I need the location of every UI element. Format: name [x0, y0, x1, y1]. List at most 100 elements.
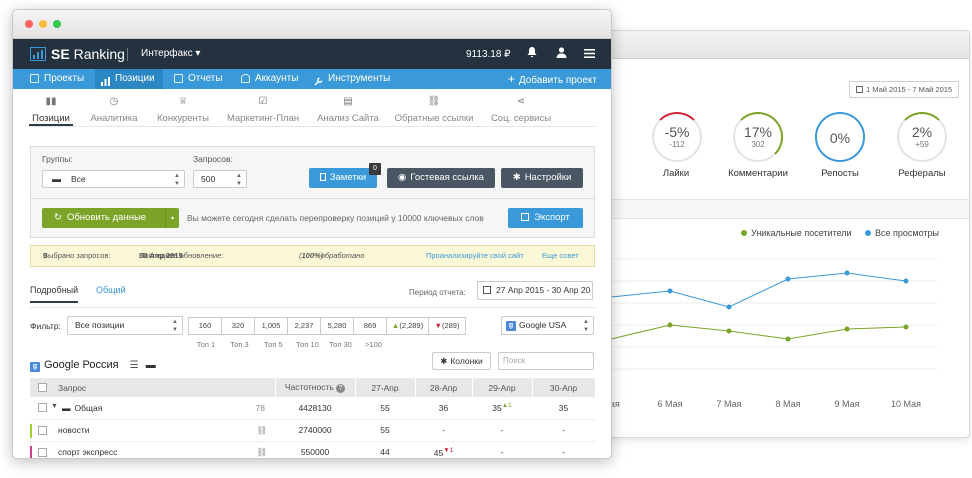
table-row[interactable]: ▼ ▬ Общая 78 4428130 55 36 35▲1 35: [30, 397, 595, 420]
select-all-checkbox[interactable]: [38, 383, 47, 392]
tab-marketing-plan[interactable]: ☑ Маркетинг-План: [223, 89, 303, 124]
export-button[interactable]: Экспорт: [508, 208, 583, 228]
row-checkbox[interactable]: [38, 425, 47, 435]
data-point[interactable]: [726, 304, 732, 310]
count-top5[interactable]: 1,005: [254, 317, 288, 335]
positions-table: Запрос Частотность ? 27-Апр 28-Апр 29-Ап…: [30, 378, 596, 458]
refresh-note: Вы можете сегодня сделать перепроверку п…: [187, 213, 484, 223]
table-row[interactable]: спорт экспресс ⛓ 550000 44 45▼1 - -: [30, 441, 595, 458]
tab-competitors[interactable]: ♕ Конкуренты: [154, 89, 212, 124]
stat-circle-likes: -5% -112: [652, 112, 702, 162]
row-checkbox[interactable]: [38, 447, 47, 457]
tab-analytics[interactable]: ◷ Аналитика: [89, 89, 139, 124]
queries-select[interactable]: 500 ▲ ▼: [193, 170, 247, 188]
legend-dot-green: [741, 230, 747, 236]
count-over100[interactable]: 869: [353, 317, 387, 335]
count-top10[interactable]: 2,237: [287, 317, 321, 335]
count-top1[interactable]: 160: [188, 317, 222, 335]
data-point[interactable]: [785, 336, 791, 342]
document-search-icon: ▤: [343, 96, 353, 107]
position-cell: -: [532, 419, 595, 442]
groups-select[interactable]: ▬ Все ▲ ▼: [42, 170, 185, 188]
guest-link-button[interactable]: ◉ Гостевая ссылка: [387, 168, 495, 188]
logo-text[interactable]: SE Ranking: [51, 46, 125, 62]
selected-queries: Выбрано запросов: 0: [43, 251, 111, 260]
maximize-window-button[interactable]: [53, 20, 61, 28]
select-arrows-icon: ▲ ▼: [236, 173, 242, 187]
legend-dot-blue: [865, 230, 871, 236]
bg-date-range[interactable]: 1 Май 2015 - 7 Май 2015: [849, 81, 960, 98]
minimize-window-button[interactable]: [39, 20, 47, 28]
row-checkbox[interactable]: [38, 403, 47, 412]
count-down[interactable]: ▼(289): [428, 317, 466, 335]
count-top3[interactable]: 320: [221, 317, 255, 335]
position-count-labels: Топ 1 Топ 3 Топ 5 Топ 10 Топ 30 >100: [189, 340, 390, 349]
notes-count-badge: 0: [369, 163, 381, 175]
help-icon[interactable]: ?: [336, 384, 346, 393]
nav-tools[interactable]: Инструменты: [308, 69, 398, 89]
legend-unique: Уникальные посетители: [741, 228, 852, 238]
filter-select[interactable]: Все позиции ▲ ▼: [67, 316, 183, 335]
app-topbar: SE Ranking Интерфакс ▾ 9113.18 ₽: [13, 39, 611, 69]
link-icon[interactable]: ⛓: [256, 425, 267, 436]
dropdown-toggle[interactable]: ▴: [165, 208, 179, 228]
nav-reports[interactable]: Отчеты: [168, 69, 231, 89]
period-picker[interactable]: 27 Апр 2015 - 30 Апр 20: [477, 281, 593, 300]
google-icon: g: [506, 321, 516, 331]
nav-accounts[interactable]: Аккаунты: [235, 69, 306, 89]
columns-button[interactable]: ✱ Колонки: [432, 352, 491, 370]
refresh-data-button[interactable]: ↻ Обновить данные ▴: [42, 208, 179, 228]
data-point[interactable]: [844, 270, 850, 276]
col-date[interactable]: 28-Апр: [415, 378, 473, 397]
data-point[interactable]: [785, 276, 791, 282]
tab-positions[interactable]: ▮▮ Позиции: [29, 89, 73, 126]
position-cell: 45▼1: [415, 441, 472, 458]
data-point[interactable]: [667, 288, 673, 294]
col-date[interactable]: 29-Апр: [472, 378, 533, 397]
calendar-icon: [483, 286, 491, 294]
tab-social[interactable]: ⋖ Соц. сервисы: [489, 89, 553, 124]
bell-icon[interactable]: [525, 47, 539, 61]
user-icon[interactable]: [554, 47, 568, 61]
main-window: SE Ranking Интерфакс ▾ 9113.18 ₽ Проекты…: [12, 9, 612, 459]
close-window-button[interactable]: [25, 20, 33, 28]
add-project-button[interactable]: + Добавить проект: [508, 69, 597, 89]
position-cell: 55: [355, 397, 415, 420]
tip-link[interactable]: Еще совет: [542, 246, 579, 266]
col-date[interactable]: 27-Апр: [355, 378, 416, 397]
data-point[interactable]: [903, 324, 909, 330]
nav-projects[interactable]: Проекты: [24, 69, 92, 89]
clock-icon: ◷: [109, 96, 119, 107]
tab-site-audit[interactable]: ▤ Анализ Сайта: [315, 89, 381, 124]
expand-triangle-icon[interactable]: ▼: [51, 403, 58, 410]
settings-button[interactable]: ✱ Настройки: [501, 168, 583, 188]
col-query[interactable]: Запрос: [30, 378, 276, 397]
data-point[interactable]: [903, 278, 909, 284]
tab-general[interactable]: Общий: [96, 285, 126, 295]
nav-positions[interactable]: Позиции: [95, 69, 163, 89]
tab-backlinks[interactable]: ⛓ Обратные ссылки: [391, 89, 477, 124]
data-point[interactable]: [844, 326, 850, 332]
count-up[interactable]: ▲(2,289): [386, 317, 429, 335]
eye-icon: ◉: [398, 172, 407, 183]
count-top30[interactable]: 5,280: [320, 317, 354, 335]
folder-icon[interactable]: ▬: [146, 360, 156, 371]
menu-icon[interactable]: [582, 47, 596, 61]
data-point[interactable]: [726, 328, 732, 334]
project-selector[interactable]: Интерфакс ▾: [141, 48, 200, 59]
link-icon: ⛓: [427, 96, 441, 107]
table-row[interactable]: новости ⛓ 2740000 55 - - -: [30, 419, 595, 442]
account-balance[interactable]: 9113.18 ₽: [466, 49, 511, 60]
table-search-input[interactable]: Поиск: [498, 352, 594, 370]
analyze-site-link[interactable]: Проанализируйте свой сайт: [426, 246, 524, 266]
col-date[interactable]: 30-Апр: [532, 378, 596, 397]
list-view-icon[interactable]: ☰: [130, 360, 139, 371]
calendar-icon: [856, 86, 863, 93]
col-frequency[interactable]: Частотность ?: [275, 378, 356, 397]
tab-detailed[interactable]: Подробный: [30, 285, 79, 303]
data-point[interactable]: [667, 322, 673, 328]
link-icon[interactable]: ⛓: [256, 447, 267, 458]
bar-chart-icon: [101, 74, 110, 86]
notes-button[interactable]: Заметки: [309, 168, 377, 188]
engine-select[interactable]: g Google USA ▲ ▼: [501, 316, 594, 335]
